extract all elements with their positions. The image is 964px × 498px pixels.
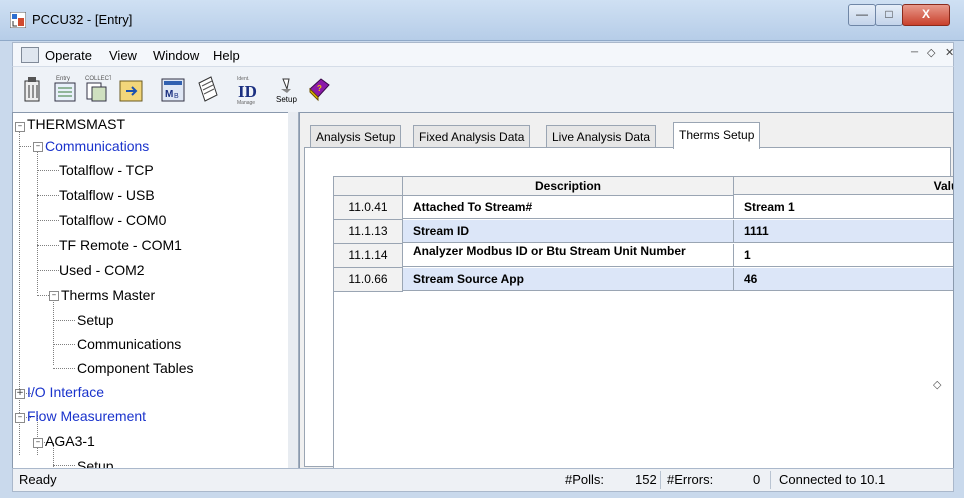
tree-item-setup[interactable]: Setup bbox=[77, 312, 114, 328]
notes-icon[interactable] bbox=[193, 73, 221, 105]
svg-text:?: ? bbox=[317, 84, 322, 93]
setup-icon[interactable]: Setup bbox=[273, 73, 301, 105]
value-column-header[interactable]: Value bbox=[734, 177, 953, 195]
status-ready: Ready bbox=[19, 472, 57, 487]
title-bar[interactable]: PCCU32 - [Entry] — □ X bbox=[0, 0, 964, 41]
tree-item-tf-remote-com1[interactable]: TF Remote - COM1 bbox=[59, 237, 182, 253]
tab-therms-setup[interactable]: Therms Setup bbox=[673, 122, 761, 149]
menu-bar: Operate View Window Help ─ ◇ ✕ bbox=[12, 42, 954, 67]
minimize-button[interactable]: — bbox=[848, 4, 876, 26]
connection-status: Connected to 10.1 bbox=[779, 472, 886, 487]
description-cell[interactable]: Stream Source App bbox=[403, 268, 734, 291]
menu-help[interactable]: Help bbox=[213, 48, 240, 63]
menu-window[interactable]: Window bbox=[153, 48, 199, 63]
collapse-icon[interactable]: – bbox=[33, 438, 43, 448]
tree-item-aga3-1[interactable]: AGA3-1 bbox=[45, 433, 95, 449]
value-cell[interactable]: 1111 bbox=[734, 220, 953, 243]
tree-item-therms-master[interactable]: Therms Master bbox=[61, 287, 155, 303]
menu-operate[interactable]: Operate bbox=[45, 48, 92, 63]
svg-text:B: B bbox=[174, 93, 179, 100]
row-id[interactable]: 11.1.13 bbox=[334, 220, 403, 244]
row-id[interactable]: 11.1.14 bbox=[334, 244, 403, 268]
svg-text:Setup: Setup bbox=[276, 95, 297, 104]
modbus-icon[interactable]: MB bbox=[159, 73, 187, 105]
grid-corner-header bbox=[334, 177, 403, 196]
value-cell[interactable]: 46 bbox=[734, 268, 953, 291]
description-cell[interactable]: Attached To Stream# bbox=[403, 196, 734, 219]
polls-label: #Polls: bbox=[565, 472, 605, 487]
maximize-button[interactable]: □ bbox=[875, 4, 903, 26]
tree-item-root[interactable]: THERMSMAST bbox=[27, 116, 125, 132]
tab-analysis-setup[interactable]: Analysis Setup bbox=[310, 125, 402, 148]
description-column-header[interactable]: Description bbox=[403, 177, 734, 196]
row-id[interactable]: 11.0.66 bbox=[334, 268, 403, 292]
value-cell[interactable]: 1 bbox=[734, 244, 953, 267]
description-cell[interactable]: Analyzer Modbus ID or Btu Stream Unit Nu… bbox=[403, 244, 734, 267]
app-icon bbox=[9, 11, 27, 29]
svg-text:Entry: Entry bbox=[56, 76, 70, 82]
entry-panel: Analysis Setup Fixed Analysis Data Live … bbox=[299, 112, 954, 470]
description-cell[interactable]: Stream ID bbox=[403, 220, 734, 243]
mdi-close-button[interactable]: ✕ bbox=[945, 46, 954, 59]
tree-item-totalflow-usb[interactable]: Totalflow - USB bbox=[59, 187, 155, 203]
tree-item-used-com2[interactable]: Used - COM2 bbox=[59, 262, 145, 278]
close-button[interactable]: X bbox=[902, 4, 950, 26]
device-tree[interactable]: – THERMSMAST – Communications Totalflow … bbox=[12, 112, 290, 470]
id-icon[interactable]: Ident. ID Manage bbox=[235, 73, 269, 105]
svg-text:ID: ID bbox=[238, 82, 257, 101]
tree-item-totalflow-tcp[interactable]: Totalflow - TCP bbox=[59, 162, 154, 178]
tab-live-analysis-data[interactable]: Live Analysis Data bbox=[546, 125, 657, 148]
mdi-minimize-button[interactable]: ─ bbox=[911, 47, 918, 58]
errors-value: 0 bbox=[753, 472, 761, 487]
mdi-restore-button[interactable]: ◇ bbox=[927, 46, 935, 59]
collapse-icon[interactable]: – bbox=[15, 122, 25, 132]
mdi-system-menu-icon[interactable] bbox=[21, 47, 39, 63]
tree-item-totalflow-com0[interactable]: Totalflow - COM0 bbox=[59, 212, 166, 228]
polls-value: 152 bbox=[635, 472, 657, 487]
therms-setup-panel: Description Value 11.0.41 Attached To St… bbox=[304, 147, 953, 469]
tree-item-io-interface[interactable]: I/O Interface bbox=[27, 384, 104, 400]
resize-cursor-icon: ◇ bbox=[933, 379, 942, 391]
errors-label: #Errors: bbox=[667, 472, 714, 487]
tree-item-flow-measurement[interactable]: Flow Measurement bbox=[27, 408, 146, 424]
value-cell[interactable]: Stream 1 bbox=[734, 196, 953, 219]
collect-icon[interactable]: COLLECT bbox=[83, 73, 111, 105]
tree-item-component-tables[interactable]: Component Tables bbox=[77, 360, 193, 376]
row-id[interactable]: 11.0.41 bbox=[334, 196, 403, 220]
collapse-icon[interactable]: – bbox=[15, 413, 25, 423]
menu-view[interactable]: View bbox=[109, 48, 137, 63]
tree-item-communications[interactable]: Communications bbox=[45, 138, 149, 154]
tab-fixed-analysis-data[interactable]: Fixed Analysis Data bbox=[413, 125, 531, 148]
svg-text:COLLECT: COLLECT bbox=[85, 76, 111, 82]
svg-text:Manage: Manage bbox=[237, 100, 255, 105]
refresh-icon[interactable] bbox=[117, 73, 145, 105]
window-title: PCCU32 - [Entry] bbox=[32, 12, 133, 27]
data-grid[interactable]: Description Value 11.0.41 Attached To St… bbox=[333, 176, 953, 469]
help-book-icon[interactable]: ? bbox=[305, 73, 333, 105]
toolbar: Entry COLLECT MB Ident. ID Manage Setup ? bbox=[12, 66, 954, 114]
tree-item-therms-communications[interactable]: Communications bbox=[77, 336, 181, 352]
pane-splitter[interactable] bbox=[288, 112, 299, 468]
expand-icon[interactable]: + bbox=[15, 389, 25, 399]
status-bar: Ready #Polls: 152 #Errors: 0 Connected t… bbox=[12, 468, 954, 492]
collapse-icon[interactable]: – bbox=[33, 142, 43, 152]
collapse-icon[interactable]: – bbox=[49, 291, 59, 301]
svg-text:M: M bbox=[165, 89, 173, 100]
entry-icon[interactable]: Entry bbox=[51, 73, 79, 105]
exit-icon[interactable] bbox=[19, 73, 47, 105]
